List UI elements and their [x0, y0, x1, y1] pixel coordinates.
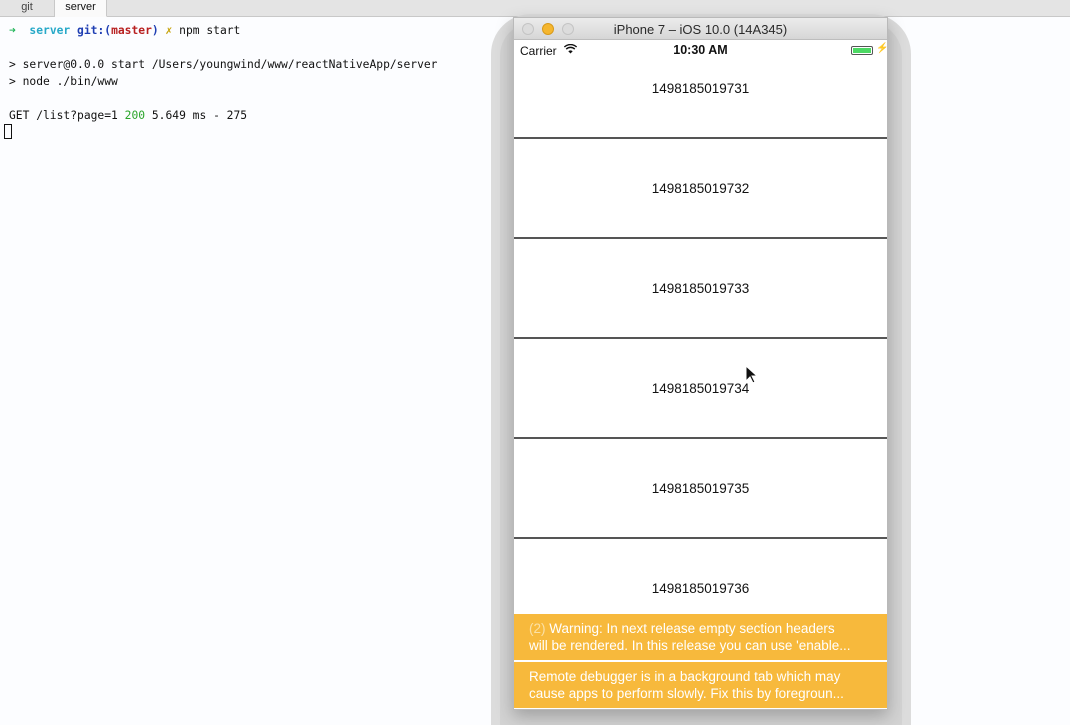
warning-count: (2) — [529, 621, 546, 636]
list-item-label: 1498185019736 — [651, 581, 750, 596]
warning-line-2: will be rendered. In this release you ca… — [529, 637, 851, 653]
warning-text: Warning: In next release empty section h… — [549, 621, 835, 636]
list-item[interactable]: 1498185019733 — [514, 239, 887, 339]
tab-git[interactable]: git — [0, 0, 55, 17]
git-label: git: — [77, 24, 105, 37]
request-path: GET /list?page=1 — [9, 109, 118, 122]
git-branch: master — [111, 24, 152, 37]
output-line: > server@0.0.0 start /Users/youngwind/ww… — [9, 58, 438, 71]
dirty-mark: ✗ — [165, 24, 173, 37]
simulator-window[interactable]: iPhone 7 – iOS 10.0 (14A345) 14981850197… — [513, 17, 888, 710]
debugger-warning-line-1: Remote debugger is in a background tab w… — [529, 669, 841, 684]
list-item-label: 1498185019733 — [651, 281, 750, 296]
list-item-label: 1498185019732 — [651, 181, 750, 196]
prompt-dir: server — [29, 24, 71, 37]
warning-toast[interactable]: (2) Warning: In next release empty secti… — [514, 614, 887, 660]
branch-close: ) — [151, 24, 159, 37]
list-item-label: 1498185019735 — [651, 481, 750, 496]
request-log-line: GET /list?page=1 200 5.649 ms - 275 — [9, 108, 247, 124]
ios-status-bar: Carrier 10:30 AM ⚡ — [514, 40, 887, 60]
simulator-titlebar[interactable]: iPhone 7 – iOS 10.0 (14A345) — [514, 18, 887, 40]
warning-line-1: (2) Warning: In next release empty secti… — [529, 621, 871, 638]
list-item[interactable]: 1498185019732 — [514, 139, 887, 239]
prompt-arrow: ➜ — [9, 24, 16, 37]
status-time: 10:30 AM — [673, 43, 728, 57]
list-item-label: 1498185019734 — [651, 381, 750, 396]
prompt-command: npm start — [179, 24, 241, 37]
debugger-warning-line-2: cause apps to perform slowly. Fix this b… — [529, 685, 844, 701]
terminal-cursor — [4, 124, 12, 139]
list-item[interactable]: 1498185019734 — [514, 339, 887, 439]
simulator-title: iPhone 7 – iOS 10.0 (14A345) — [613, 22, 788, 37]
request-timing: 5.649 ms - 275 — [151, 109, 248, 122]
charging-icon: ⚡ — [876, 43, 887, 54]
tab-server[interactable]: server — [55, 0, 107, 17]
mouse-pointer-icon — [745, 365, 759, 384]
battery-icon — [851, 46, 873, 55]
prompt-line: ➜ server git:(master) ✗ npm start — [9, 23, 240, 39]
output-line: > node ./bin/www — [9, 75, 118, 88]
device-screen[interactable]: 1498185019731 1498185019732 149818501973… — [514, 40, 887, 709]
request-status: 200 — [124, 109, 146, 122]
debugger-warning-toast[interactable]: Remote debugger is in a background tab w… — [514, 662, 887, 708]
battery-level — [853, 48, 871, 53]
list-item[interactable]: 1498185019735 — [514, 439, 887, 539]
